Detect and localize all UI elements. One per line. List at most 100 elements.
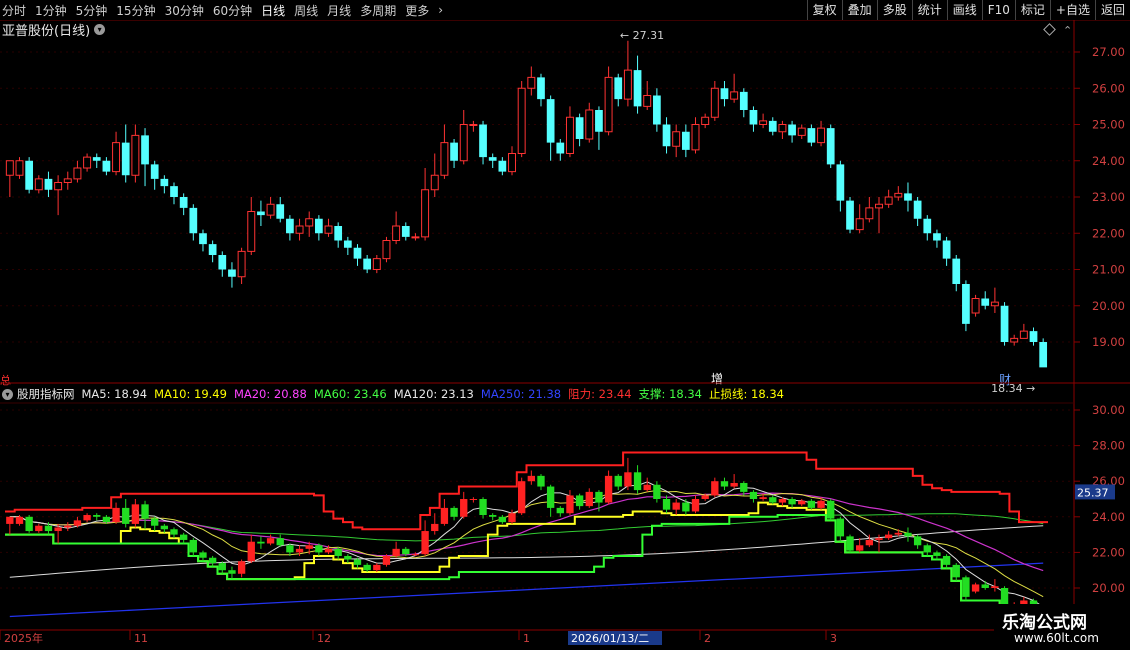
- indicator-candle-body: [682, 502, 690, 512]
- candle-body-down: [962, 284, 970, 324]
- candle-body-down: [1039, 342, 1048, 368]
- indicator-candle-body: [392, 548, 400, 556]
- candle-body-down: [836, 164, 845, 201]
- indicator-candle-body: [469, 499, 478, 500]
- indicator-candle-body: [971, 584, 980, 592]
- candle-body-down: [488, 157, 497, 161]
- kline-chart: 27.00 26.00 25.00 24.00 23.00 22.00 21.00 20.00…: [0, 20, 1130, 645]
- indicator-candle-body: [54, 527, 62, 532]
- indicator-candle-body: [305, 545, 313, 549]
- indicator-candle-body: [991, 586, 999, 588]
- indicator-candle-body: [575, 495, 584, 507]
- indicator-candle-body: [363, 564, 371, 571]
- stop-loss-line: [5, 501, 1048, 619]
- candle-body-down: [952, 258, 961, 284]
- indicator-candle-body: [228, 570, 236, 574]
- indicator-candle-body: [846, 536, 854, 551]
- indicator-candle-body: [411, 554, 420, 556]
- indicator-candle-body: [73, 520, 82, 526]
- cursor-date: 2026/01/13/二: [571, 632, 649, 645]
- candle-body-up: [797, 127, 806, 136]
- indicator-candle-body: [720, 481, 729, 487]
- candle-body-up: [643, 95, 652, 107]
- indicator-candle-body: [643, 484, 651, 491]
- indicator-candle-body: [324, 548, 333, 553]
- candle-body-down: [150, 164, 159, 179]
- indicator-candle-body: [604, 475, 613, 503]
- indicator-candle-body: [402, 548, 410, 555]
- indicator-candle-body: [179, 534, 188, 540]
- indicator-candle-body: [962, 577, 970, 597]
- candle-body-up: [266, 203, 275, 216]
- indicator-candle-body: [295, 548, 304, 553]
- candle-body-up: [112, 142, 121, 173]
- price-tick-label: 27.00: [1092, 45, 1125, 59]
- indicator-candle-body: [208, 557, 217, 564]
- indicator-candle-body: [827, 500, 835, 519]
- indicator-candle-body: [701, 495, 709, 499]
- candle-body-up: [372, 258, 381, 270]
- indicator-candle-body: [546, 486, 555, 508]
- candle-body-up: [759, 120, 768, 125]
- indicator-candle-body: [836, 518, 845, 537]
- candle-body-down: [1029, 331, 1038, 342]
- indicator-candle-body: [112, 507, 120, 523]
- indicator-candle-body: [807, 500, 816, 508]
- indicator-candle-body: [981, 584, 989, 588]
- indicator-candle-body: [25, 516, 33, 532]
- indicator-candle-body: [749, 491, 758, 499]
- candle-body-down: [904, 193, 912, 201]
- indicator-candle-body: [93, 515, 101, 517]
- date-label: 12: [317, 632, 331, 645]
- candle-body-down: [614, 77, 623, 100]
- candle-body-up: [527, 76, 536, 89]
- candle-body-down: [556, 142, 565, 154]
- indicator-candle-body: [942, 555, 951, 565]
- indicator-tick-label: 28.00: [1092, 439, 1125, 453]
- indicator-candle-body: [527, 475, 535, 482]
- candle-body-down: [498, 160, 507, 172]
- price-tick-label: 24.00: [1092, 154, 1125, 168]
- indicator-candle-body: [450, 507, 458, 517]
- indicator-candle-body: [199, 552, 207, 558]
- date-label: 1: [523, 632, 530, 645]
- indicator-candle-body: [884, 534, 893, 539]
- candle-body-up: [430, 174, 439, 191]
- indicator-candle-body: [460, 499, 468, 517]
- candle-body-up: [565, 116, 574, 154]
- candle-body-down: [633, 70, 642, 107]
- candle-body-down: [923, 218, 932, 234]
- date-label: 11: [134, 632, 148, 645]
- candle-body-down: [479, 124, 487, 158]
- indicator-candle-body: [653, 484, 661, 499]
- indicator-candle-body: [102, 516, 111, 523]
- candle-body-up: [730, 91, 739, 100]
- indicator-candle-body: [276, 538, 284, 546]
- candle-body-down: [662, 124, 671, 147]
- indicator-candle-body: [15, 516, 24, 524]
- indicator-candle-body: [83, 515, 91, 521]
- candle-body-up: [324, 225, 333, 234]
- candle-body-up: [295, 225, 304, 234]
- candle-body-down: [44, 178, 53, 190]
- indicator-candle-body: [6, 516, 14, 524]
- indicator-candle-body: [923, 545, 931, 553]
- price-tick-label: 19.00: [1092, 335, 1125, 349]
- candle-body-down: [846, 200, 854, 230]
- low-label: 18.34 →: [991, 382, 1035, 395]
- candle-body-down: [276, 204, 285, 219]
- candle-body-down: [315, 218, 323, 234]
- indicator-candle-body: [662, 499, 671, 510]
- indicator-candle-body: [151, 518, 159, 526]
- candle-body-up: [710, 87, 719, 118]
- candle-body-down: [121, 142, 130, 176]
- candle-body-up: [865, 207, 874, 220]
- indicator-candle-body: [373, 564, 381, 571]
- price-tick-label: 23.00: [1092, 190, 1125, 204]
- indicator-candle-body: [353, 559, 362, 565]
- indicator-candle-body: [257, 541, 265, 544]
- candle-body-down: [343, 240, 352, 248]
- indicator-candle-body: [440, 507, 449, 524]
- candle-body-up: [1019, 330, 1028, 339]
- price-tick-label: 25.00: [1092, 118, 1125, 132]
